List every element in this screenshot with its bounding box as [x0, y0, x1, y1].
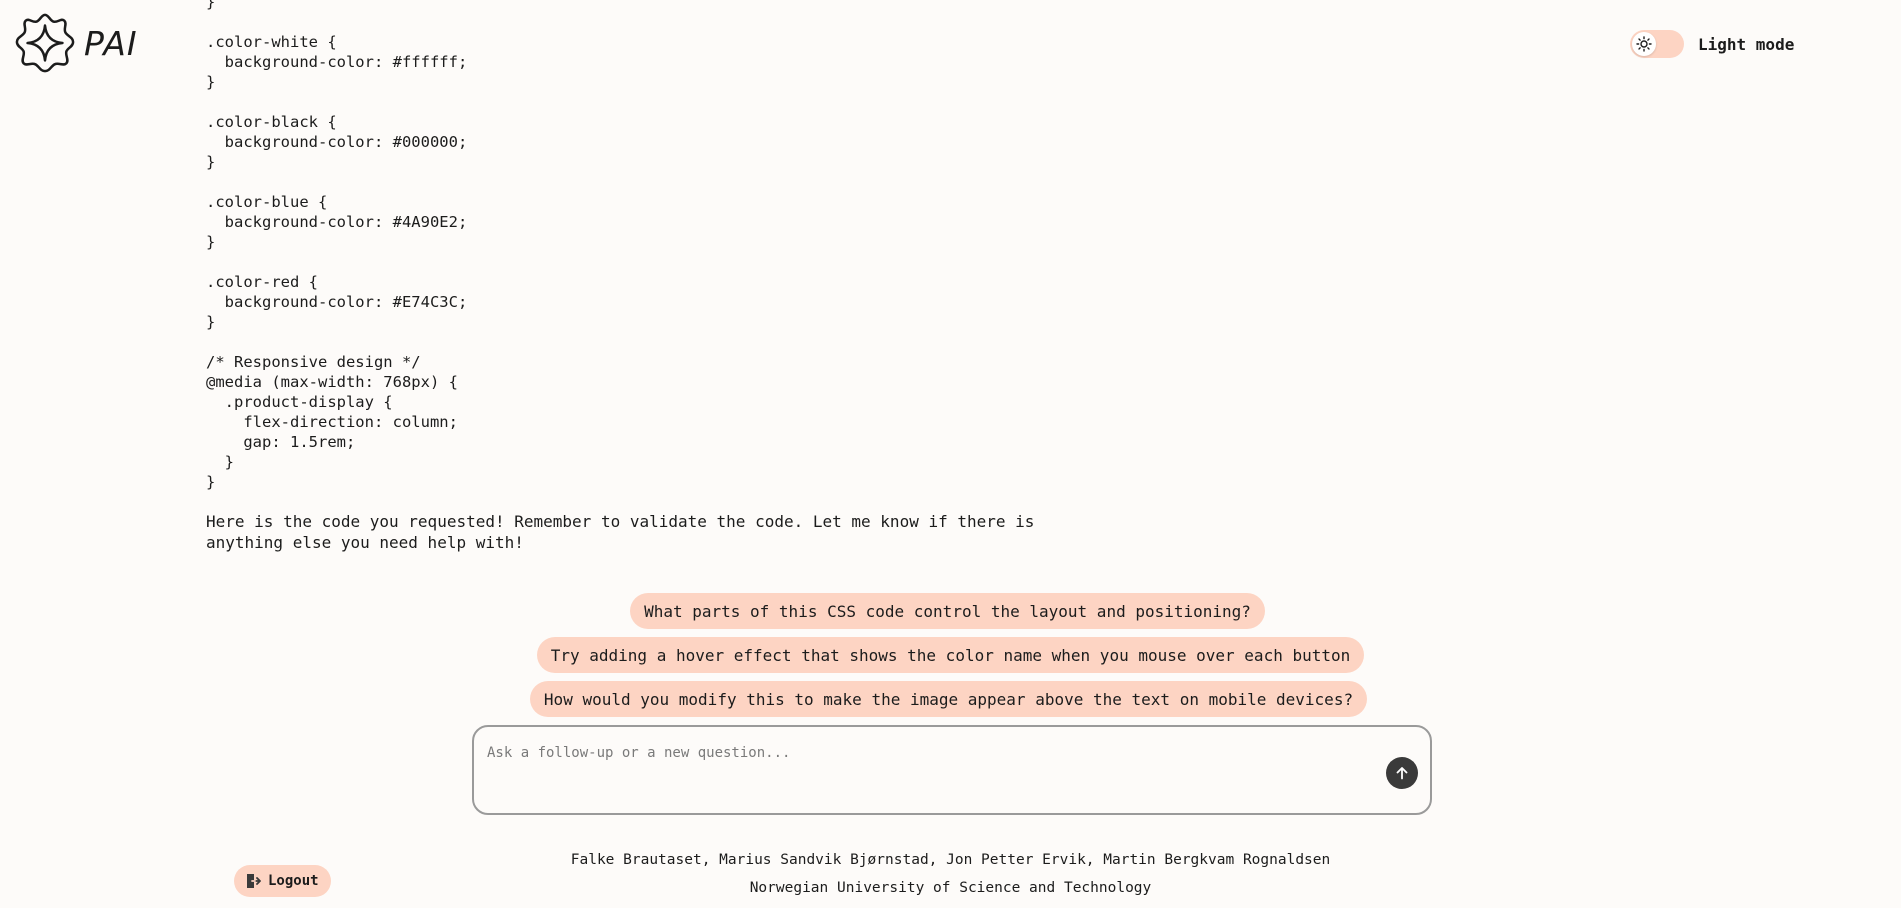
code-line: .color-black {	[206, 113, 337, 131]
suggestion-chip[interactable]: How would you modify this to make the im…	[529, 681, 1368, 717]
sparkle-logo-icon	[15, 13, 75, 73]
assistant-reply: Here is the code you requested! Remember…	[206, 512, 1035, 552]
institution: Norwegian University of Science and Tech…	[749, 880, 1152, 896]
sun-icon	[1636, 36, 1652, 52]
authors: Falke Brautaset, Marius Sandvik Bjørnsta…	[570, 852, 1331, 868]
arrow-up-icon	[1396, 767, 1408, 780]
code-line: }	[206, 73, 216, 91]
ask-input[interactable]	[487, 741, 1347, 765]
code-line: }	[206, 453, 234, 471]
code-line: @media (max-width: 768px) {	[206, 373, 458, 391]
ask-box	[472, 725, 1432, 815]
suggestion-chip[interactable]: Try adding a hover effect that shows the…	[536, 637, 1365, 673]
code-line: /* Responsive design */	[206, 353, 421, 371]
theme-toggle: Light mode	[1630, 30, 1794, 58]
suggestion-list: What parts of this CSS code control the …	[0, 593, 1901, 717]
code-line: .color-blue {	[206, 193, 328, 211]
code-line: }	[206, 473, 216, 491]
code-line: }	[206, 153, 216, 171]
chat-page: PAI Light mode} .color-white {backgrou…	[0, 0, 1901, 908]
theme-switch-knob	[1632, 32, 1656, 56]
app-logo[interactable]: PAI	[14, 12, 138, 74]
theme-switch[interactable]	[1630, 30, 1684, 58]
code-line: }	[206, 233, 216, 251]
code-line: background-color: #E74C3C;	[206, 293, 468, 311]
code-block: } .color-white { background-color: #ffff…	[206, 0, 467, 492]
logo-text: PAI	[84, 23, 138, 63]
code-line: .color-white {	[206, 33, 337, 51]
code-line: .color-red {	[206, 273, 318, 291]
code-line: flex-direction: column;	[206, 413, 458, 431]
code-line: background-color: #000000;	[206, 133, 468, 151]
code-line: background-color: #ffffff;	[206, 53, 468, 71]
theme-label: Light mode	[1698, 34, 1795, 54]
send-button[interactable]	[1386, 757, 1418, 789]
code-line: .product-display {	[206, 393, 393, 411]
code-line: }	[206, 313, 216, 331]
code-line: background-color: #4A90E2;	[206, 213, 468, 231]
code-line: }	[206, 0, 216, 11]
code-line: gap: 1.5rem;	[206, 433, 356, 451]
suggestion-chip[interactable]: What parts of this CSS code control the …	[630, 593, 1265, 629]
